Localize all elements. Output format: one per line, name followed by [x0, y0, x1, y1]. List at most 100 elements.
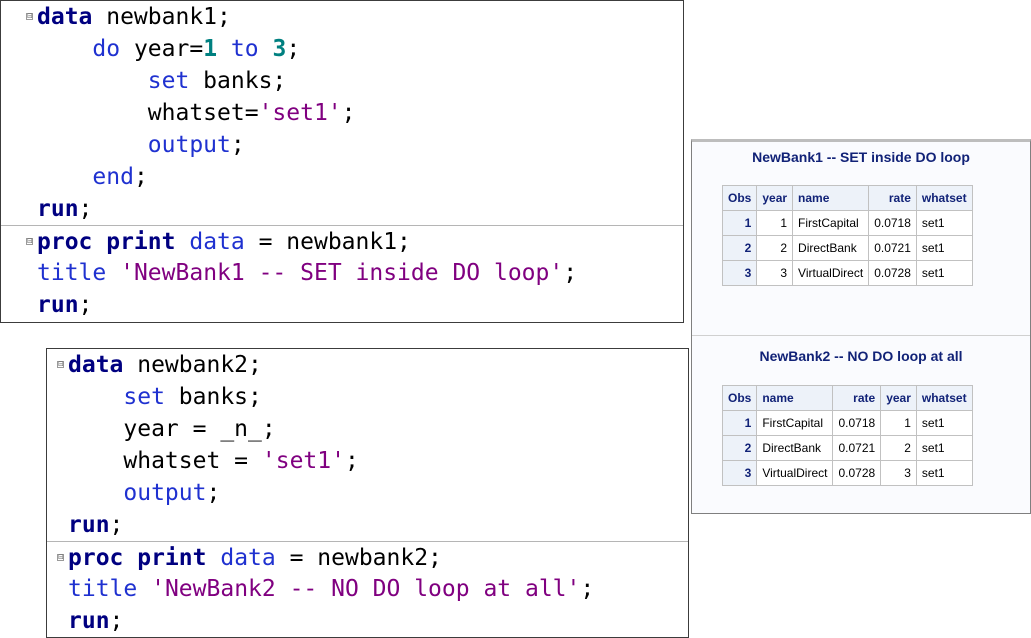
code-line[interactable]: title 'NewBank2 -- NO DO loop at all';: [47, 573, 688, 605]
code-text: run;: [68, 509, 123, 541]
table-header-row: Obs name rate year whatset: [721, 385, 973, 411]
column-header: rate: [832, 385, 882, 411]
code-token: newbank2;: [123, 352, 262, 378]
table-cell: 1: [756, 210, 794, 236]
code-token: ;: [133, 164, 148, 190]
table-cell: set1: [915, 235, 973, 261]
code-token: title: [37, 260, 107, 286]
code-token: title: [68, 576, 138, 602]
code-line[interactable]: ⊟ data newbank2;: [47, 349, 688, 381]
code-token: run: [68, 512, 110, 538]
code-line[interactable]: run;: [47, 605, 688, 637]
table-cell: FirstCapital: [756, 410, 834, 436]
code-token: banks;: [189, 68, 287, 94]
code-line[interactable]: run;: [1, 289, 683, 321]
collapse-icon[interactable]: ⊟: [26, 13, 33, 20]
table1-title: NewBank1 -- SET inside DO loop: [752, 149, 970, 165]
code-token: newbank1;: [92, 4, 231, 30]
table-cell: DirectBank: [756, 435, 834, 461]
code-line[interactable]: ⊟ data newbank1;: [1, 1, 683, 33]
code-line[interactable]: title 'NewBank1 -- SET inside DO loop';: [1, 257, 683, 289]
code-token: ;: [230, 132, 245, 158]
code-token: output: [147, 132, 231, 158]
code-text: whatset = 'set1';: [68, 445, 359, 477]
obs-cell: 3: [721, 260, 758, 286]
collapse-icon[interactable]: ⊟: [26, 238, 33, 245]
table-cell: 3: [880, 460, 917, 486]
code-token: data: [220, 545, 276, 571]
code-line[interactable]: end;: [1, 161, 683, 193]
code-line[interactable]: year = _n_;: [47, 413, 688, 445]
table1-newbank1: Obs year name rate whatset 1 1 FirstCapital 0.0…: [721, 185, 973, 286]
code-text: run;: [37, 289, 92, 321]
code-text: set banks;: [68, 381, 261, 413]
code-line[interactable]: do year=1 to 3;: [1, 33, 683, 65]
obs-cell: 2: [721, 435, 758, 461]
code-line[interactable]: whatset='set1';: [1, 97, 683, 129]
code-line[interactable]: whatset = 'set1';: [47, 445, 688, 477]
code-token: year=: [120, 36, 204, 62]
results-viewer: NewBank1 -- SET inside DO loop Obs year na…: [691, 139, 1031, 514]
code-line[interactable]: run;: [1, 193, 683, 225]
table-cell: DirectBank: [792, 235, 870, 261]
obs-cell: 1: [721, 210, 758, 236]
code-line[interactable]: set banks;: [1, 65, 683, 97]
code-token: year = _n_;: [123, 416, 276, 442]
code-line[interactable]: output;: [47, 477, 688, 509]
code-token: = newbank2;: [275, 545, 442, 571]
code-text: title 'NewBank2 -- NO DO loop at all';: [68, 573, 594, 605]
code-token: ;: [109, 608, 124, 634]
table-cell: VirtualDirect: [756, 460, 834, 486]
column-header: name: [756, 385, 834, 411]
code-text: year = _n_;: [68, 413, 276, 445]
code-token: = newbank1;: [244, 229, 411, 255]
code-token: ;: [78, 196, 93, 222]
code-token: ;: [580, 576, 595, 602]
table-cell: set1: [915, 410, 973, 436]
code-token: proc print: [68, 545, 207, 571]
code-token: data: [68, 352, 124, 378]
code-token: output: [123, 480, 207, 506]
code-token: data: [189, 229, 245, 255]
collapse-icon[interactable]: ⊟: [57, 554, 64, 561]
code-text: data newbank1;: [37, 1, 231, 33]
table-cell: set1: [915, 460, 973, 486]
code-token: whatset=: [147, 100, 259, 126]
code-text: data newbank2;: [68, 349, 262, 381]
code-line[interactable]: output;: [1, 129, 683, 161]
table-row: 3 VirtualDirect 0.0728 3 set1: [721, 460, 973, 486]
column-header: name: [792, 185, 870, 211]
code-token: data: [37, 4, 93, 30]
code-editor-newbank2[interactable]: ⊟ data newbank2; set banks; year = _n_; w…: [46, 348, 689, 638]
code-token: 'NewBank1 -- SET inside DO loop': [120, 260, 564, 286]
code-token: ;: [344, 448, 359, 474]
code-token: 'set1': [258, 100, 342, 126]
code-line[interactable]: ⊟ proc print data = newbank1;: [1, 225, 683, 258]
code-line[interactable]: set banks;: [47, 381, 688, 413]
output-separator: [692, 335, 1030, 336]
code-editor-newbank1[interactable]: ⊟ data newbank1; do year=1 to 3; set bank…: [0, 0, 684, 323]
table-cell: 0.0728: [832, 460, 882, 486]
obs-cell: 2: [721, 235, 758, 261]
code-line[interactable]: ⊟ proc print data = newbank2;: [47, 541, 688, 574]
table-cell: 0.0721: [868, 235, 917, 261]
code-text: whatset='set1';: [37, 97, 356, 129]
column-header: Obs: [721, 185, 758, 211]
column-header: year: [756, 185, 794, 211]
code-token: ;: [341, 100, 356, 126]
code-line[interactable]: run;: [47, 509, 688, 541]
column-header: Obs: [721, 385, 758, 411]
table-row: 1 FirstCapital 0.0718 1 set1: [721, 410, 973, 436]
collapse-icon[interactable]: ⊟: [57, 361, 64, 368]
table-row: 3 3 VirtualDirect 0.0728 set1: [721, 260, 973, 286]
code-text: proc print data = newbank2;: [68, 542, 442, 574]
